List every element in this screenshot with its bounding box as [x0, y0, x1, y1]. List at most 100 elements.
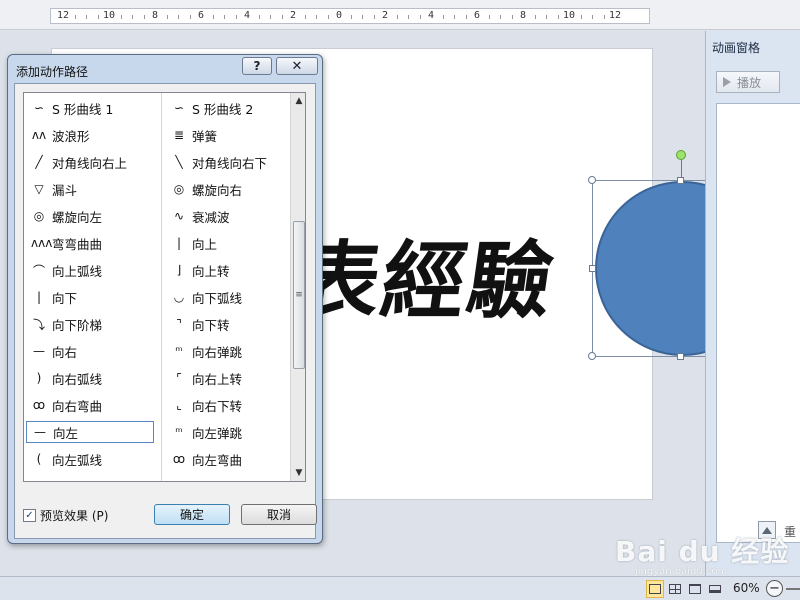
path-item-label: 向上弧线	[52, 263, 103, 279]
path-item[interactable]: ∽ S 形曲线 2	[166, 97, 294, 119]
path-item[interactable]: ʌʌ 波浪形	[26, 124, 154, 146]
resize-handle-bottom-left[interactable]	[588, 352, 596, 360]
reading-view-icon	[689, 584, 701, 594]
spiral-right-icon: ◎	[173, 182, 185, 196]
path-item[interactable]: ╱ 对角线向右上	[26, 151, 154, 173]
path-item[interactable]: ◎ 螺旋向左	[26, 205, 154, 227]
path-item-label: 对角线向右上	[52, 155, 128, 171]
ruler-tick	[235, 15, 237, 19]
turn-down-icon: ⌝	[176, 317, 182, 331]
ruler-label: 12	[56, 10, 70, 21]
help-button[interactable]: ?	[242, 57, 272, 75]
path-item-label: 向左弯曲	[192, 452, 243, 468]
play-button[interactable]: 播放	[716, 71, 780, 93]
path-item[interactable]: ▽ 漏斗	[26, 178, 154, 200]
preview-effect-checkbox[interactable]: ✓ 预览效果 (P)	[23, 507, 108, 524]
path-item-label: 向左	[53, 425, 79, 441]
motion-path-list[interactable]: ∽ S 形曲线 1 ʌʌ 波浪形 ╱ 对角线向右上 ▽ 漏斗 ◎ 螺旋向左 ʌʌʌ 弯弯曲曲 ⌒ 向上弧线…	[23, 92, 306, 482]
zoom-out-button[interactable]: −	[766, 580, 783, 597]
path-item[interactable]: | 向下	[26, 286, 154, 308]
ok-button[interactable]: 确定	[154, 504, 230, 525]
dialog-title: 添加动作路径	[16, 65, 89, 79]
ruler-label: 6	[473, 10, 481, 21]
ruler-tick	[120, 15, 122, 19]
s-curve-icon: ∽	[33, 101, 45, 115]
ruler-tick	[258, 15, 260, 19]
path-item[interactable]: ∿ 衰减波	[166, 205, 294, 227]
horizontal-ruler: 12 10 8 6 4 2 0 2 4 6 8 10 12	[0, 0, 800, 30]
path-item-label: 向右弧线	[52, 371, 103, 387]
path-item[interactable]: | 向上	[166, 232, 294, 254]
path-item[interactable]: ⌝ 向下转	[166, 313, 294, 335]
ruler-label: 10	[562, 10, 576, 21]
path-item-label: 向右弯曲	[52, 398, 103, 414]
resize-handle-bottom[interactable]	[677, 353, 684, 360]
path-item-label: 向右	[52, 344, 78, 360]
path-item[interactable]: ꝏ 向左弯曲	[166, 448, 294, 470]
close-button[interactable]: ✕	[276, 57, 318, 75]
zoom-slider[interactable]	[786, 588, 800, 590]
zoom-level[interactable]: 60%	[733, 581, 760, 595]
path-item[interactable]: (向左弧线	[26, 448, 154, 470]
ruler-tick	[143, 15, 145, 19]
down-line-icon: |	[36, 290, 42, 304]
curvy-left-icon: ꝏ	[172, 452, 186, 466]
normal-view-button[interactable]	[646, 580, 664, 598]
slideshow-button[interactable]	[706, 580, 724, 598]
path-item[interactable]: ᵐ 向右弹跳	[166, 340, 294, 362]
arc-down-icon: ◡	[173, 290, 185, 304]
animation-list[interactable]	[716, 103, 800, 543]
baidu-watermark: Bai du 经验	[615, 535, 790, 568]
add-motion-path-dialog: 添加动作路径 ? ✕ ∽ S 形曲线 1 ʌʌ 波浪形 ╱ 对角线向右上 ▽ 漏斗 ◎ 螺旋向左 ʌ…	[7, 54, 323, 544]
path-item[interactable]: ╲ 对角线向右下	[166, 151, 294, 173]
turn-down-right-icon: ⌞	[176, 398, 182, 412]
ruler-tick	[350, 15, 352, 19]
play-label: 播放	[737, 75, 762, 90]
path-item[interactable]: ⌒ 向上弧线	[26, 259, 154, 281]
path-item[interactable]: — 向左	[26, 421, 154, 443]
ruler-label: 10	[102, 10, 116, 21]
reading-view-button[interactable]	[686, 580, 704, 598]
cancel-button[interactable]: 取消	[241, 504, 317, 525]
scroll-down-arrow-icon[interactable]: ▼	[291, 465, 305, 481]
path-item[interactable]: ʌʌʌ 弯弯曲曲	[26, 232, 154, 254]
path-item[interactable]: ᵐ 向左弹跳	[166, 421, 294, 443]
path-item[interactable]: ꝏ 向右弯曲	[26, 394, 154, 416]
path-item-label: S 形曲线 2	[192, 101, 254, 117]
ruler-tick	[316, 15, 317, 19]
path-item[interactable]: ◡ 向下弧线	[166, 286, 294, 308]
path-item[interactable]: ⌋ 向上转	[166, 259, 294, 281]
path-item[interactable]: ⌞ 向右下转	[166, 394, 294, 416]
path-item[interactable]: ◎ 螺旋向右	[166, 178, 294, 200]
vertical-scrollbar[interactable]: ▲ ≡ ▼	[290, 93, 305, 481]
ruler-tick	[465, 15, 467, 19]
scroll-up-arrow-icon[interactable]: ▲	[291, 93, 305, 109]
resize-handle-top-left[interactable]	[588, 176, 596, 184]
path-item[interactable]: ) 向右弧线	[26, 367, 154, 389]
checkbox-box[interactable]: ✓	[23, 509, 36, 522]
path-item[interactable]: ∽ S 形曲线 1	[26, 97, 154, 119]
path-item[interactable]: — 向右	[26, 340, 154, 362]
path-item[interactable]: ʌ 心跳	[26, 475, 154, 481]
path-item-label: 衰减波	[192, 209, 230, 225]
dialog-titlebar[interactable]: 添加动作路径 ? ✕	[8, 55, 322, 81]
resize-handle-left[interactable]	[589, 265, 596, 272]
path-item-label: 向上转	[192, 263, 230, 279]
ruler-tick	[224, 15, 225, 19]
path-item[interactable]: ≣ 弹簧	[166, 124, 294, 146]
resize-handle-top[interactable]	[677, 177, 684, 184]
watermark-url: jingyan.baidu.com	[635, 566, 728, 577]
path-item-label: 向左弹跳	[192, 425, 243, 441]
ruler-label: 8	[151, 10, 159, 21]
scroll-thumb[interactable]: ≡	[293, 221, 305, 369]
path-item[interactable]: ⤵ 向下阶梯	[26, 313, 154, 335]
ruler-tick	[362, 15, 363, 19]
path-item-label: 螺旋向左	[52, 209, 103, 225]
path-item[interactable]: ⌜ 向右上转	[166, 367, 294, 389]
ruler-label: 4	[243, 10, 251, 21]
ruler-tick	[281, 15, 283, 19]
path-item[interactable]: ∿ 正弦波	[166, 475, 294, 481]
slide-sorter-button[interactable]	[666, 580, 684, 598]
rotation-handle[interactable]	[676, 150, 686, 160]
slide-calligraphy-text[interactable]: 表經驗	[288, 214, 563, 335]
